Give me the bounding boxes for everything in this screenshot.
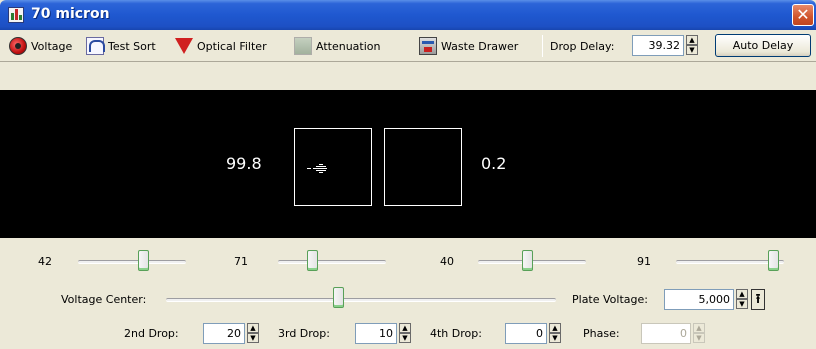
waste-drawer-button[interactable]: Waste Drawer [419, 36, 518, 56]
plate-voltage-spinner[interactable]: ▲ ▼ [736, 289, 748, 310]
left-stream-box [294, 128, 372, 206]
auto-delay-button[interactable]: Auto Delay [715, 34, 811, 57]
slider-thumb-3[interactable] [521, 250, 533, 271]
toolbar: Voltage Test Sort Optical Filter Attenua… [0, 30, 816, 62]
phase-label: Phase: [583, 327, 620, 340]
attenuation-label: Attenuation [316, 39, 381, 53]
voltage-label: Voltage [31, 39, 73, 53]
optical-filter-icon [175, 38, 193, 54]
optical-filter-label: Optical Filter [197, 39, 267, 53]
attenuation-button[interactable]: Attenuation [294, 36, 380, 56]
phase-spinner[interactable]: ▲ ▼ [693, 323, 705, 344]
drop-stream [307, 163, 331, 175]
close-button[interactable]: ✕ [792, 4, 814, 26]
right-percent: 0.2 [481, 154, 507, 173]
slider-track-1[interactable] [78, 260, 186, 264]
attenuation-icon [294, 37, 312, 55]
third-drop-label: 3rd Drop: [278, 327, 330, 340]
voltage-center-track[interactable] [166, 298, 556, 302]
fourth-drop-spinner[interactable]: ▲ ▼ [549, 323, 561, 344]
slider-thumb-2[interactable] [307, 250, 319, 271]
drop-delay-input[interactable]: 39.32 [632, 35, 684, 56]
test-sort-icon [86, 37, 105, 55]
voltage-center-label: Voltage Center: [61, 293, 147, 306]
right-stream-box [384, 128, 462, 206]
toolbar-separator [542, 35, 543, 57]
slider-thumb-1[interactable] [138, 250, 150, 271]
voltage-button[interactable]: Voltage [9, 36, 72, 56]
slider-track-2[interactable] [278, 260, 386, 264]
test-sort-button[interactable]: Test Sort [86, 36, 156, 56]
slider-thumb-4[interactable] [768, 250, 780, 271]
optical-filter-button[interactable]: Optical Filter [175, 36, 267, 56]
title-bar: 70 micron ✕ [0, 0, 816, 30]
slider-value-2: 71 [234, 255, 248, 268]
third-drop-spinner[interactable]: ▲ ▼ [399, 323, 411, 344]
window-title: 70 micron [31, 6, 110, 22]
second-drop-label: 2nd Drop: [124, 327, 179, 340]
waste-drawer-icon [419, 37, 437, 55]
sort-display: 99.8 0.2 [0, 90, 816, 238]
app-icon [8, 7, 24, 23]
drop-delay-label: Drop Delay: [550, 39, 615, 53]
phase-input[interactable]: 0 [641, 323, 691, 344]
voltage-icon [9, 37, 27, 55]
second-drop-spinner[interactable]: ▲ ▼ [247, 323, 259, 344]
slider-value-1: 42 [38, 255, 52, 268]
waste-drawer-label: Waste Drawer [441, 39, 519, 53]
drop-delay-spinner[interactable]: ▲ ▼ [686, 35, 698, 56]
voltage-center-thumb[interactable] [332, 287, 344, 308]
slider-value-4: 91 [637, 255, 651, 268]
control-panel: 42 71 40 91 Voltage Center: Plate Voltag… [0, 238, 816, 349]
fourth-drop-input[interactable]: 0 [505, 323, 547, 344]
test-sort-label: Test Sort [108, 39, 156, 53]
plate-voltage-toggle-icon[interactable]: ⭱ [751, 289, 765, 310]
plate-voltage-input[interactable]: 5,000 [664, 289, 734, 310]
left-percent: 99.8 [226, 154, 262, 173]
slider-value-3: 40 [440, 255, 454, 268]
third-drop-input[interactable]: 10 [355, 323, 397, 344]
plate-voltage-label: Plate Voltage: [572, 293, 648, 306]
second-drop-input[interactable]: 20 [203, 323, 245, 344]
fourth-drop-label: 4th Drop: [430, 327, 482, 340]
